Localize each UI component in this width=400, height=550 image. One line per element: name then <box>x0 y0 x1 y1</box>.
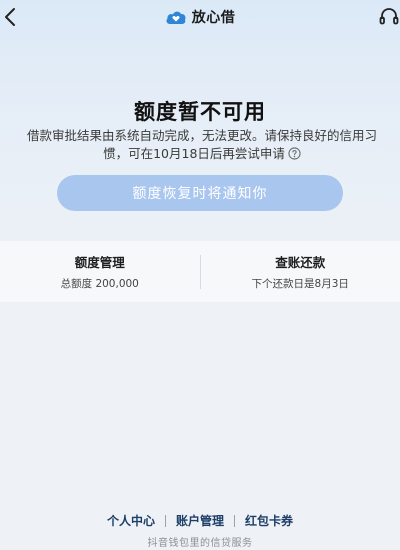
cloud-heart-logo <box>166 11 186 24</box>
card-title: 查账还款 <box>275 255 326 270</box>
footer-link-account-management[interactable]: 账户管理 <box>166 512 234 529</box>
status-description-text: 借款审批结果由系统自动完成，无法更改。请保持良好的信用习惯，可在10月18日后再… <box>26 128 377 161</box>
card-subtitle: 总额度 200,000 <box>60 278 139 290</box>
card-item-billing-repayment[interactable]: 查账还款 下个还款日是8月3日 <box>201 241 400 302</box>
footer-link-personal-center[interactable]: 个人中心 <box>97 512 165 529</box>
headset-icon[interactable] <box>378 6 400 28</box>
footer-links: 个人中心 账户管理 红包卡券 <box>0 512 400 529</box>
card-subtitle: 下个还款日是8月3日 <box>251 278 349 290</box>
status-description: 借款审批结果由系统自动完成，无法更改。请保持良好的信用习惯，可在10月18日后再… <box>16 127 388 163</box>
quota-card: 额度管理 总额度 200,000 查账还款 下个还款日是8月3日 <box>0 241 400 302</box>
status-title: 额度暂不可用 <box>134 100 266 124</box>
top-bar: 放心借 <box>0 0 400 34</box>
footer-link-coupons[interactable]: 红包卡券 <box>235 512 303 529</box>
notify-button[interactable]: 额度恢复时将通知你 <box>57 175 343 211</box>
brand: 放心借 <box>0 6 400 28</box>
brand-name: 放心借 <box>191 10 236 26</box>
footer-tagline: 抖音钱包里的信贷服务 <box>147 538 253 549</box>
card-title: 额度管理 <box>74 255 125 270</box>
card-item-quota-management[interactable]: 额度管理 总额度 200,000 <box>0 241 200 302</box>
question-circle-icon[interactable] <box>288 147 301 160</box>
